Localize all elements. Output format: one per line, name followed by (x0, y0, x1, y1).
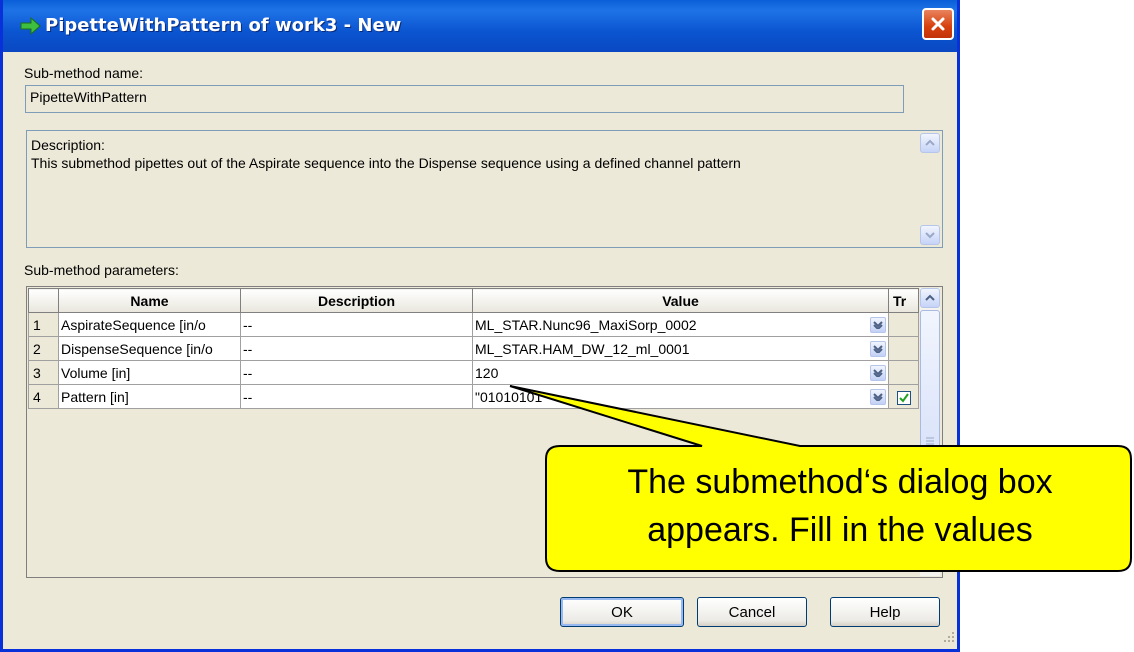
callout-line-1: The submethod‘s dialog box (627, 463, 1053, 501)
callout-text: The submethod‘s dialog box appears. Fill… (548, 458, 1132, 554)
callout-bubble (509, 385, 1132, 572)
callout-line-2: appears. Fill in the values (647, 511, 1033, 549)
